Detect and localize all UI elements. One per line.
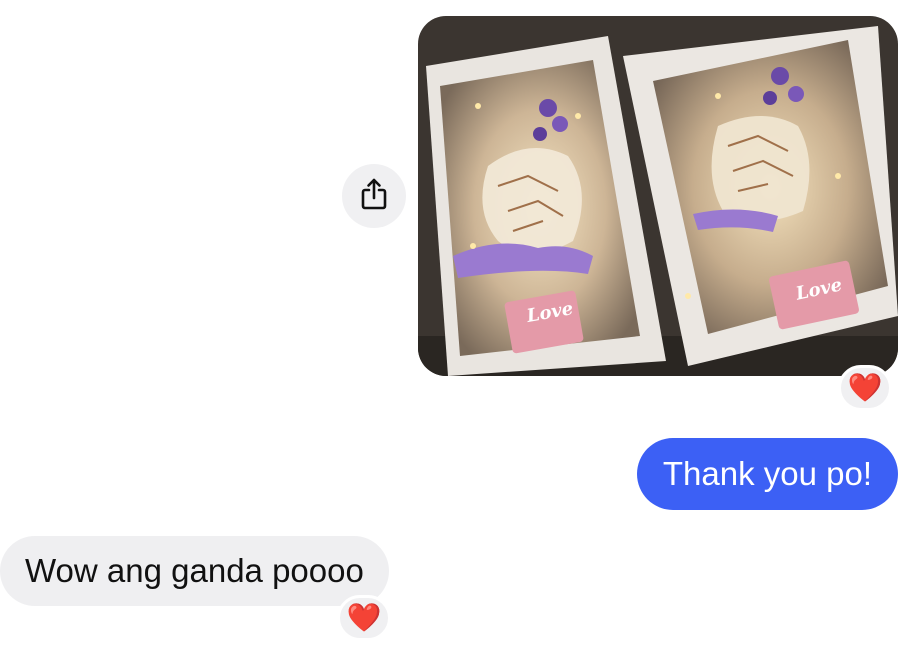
heart-reaction[interactable]: ❤️ [838, 365, 892, 411]
outgoing-message-bubble[interactable]: Thank you po! [636, 438, 898, 510]
share-icon [359, 177, 389, 216]
share-button[interactable] [342, 164, 406, 228]
heart-reaction[interactable]: ❤️ [337, 595, 391, 641]
bouquet-photo-illustration [418, 16, 898, 376]
message-photo[interactable]: Love Love [418, 16, 898, 376]
incoming-message-bubble[interactable]: Wow ang ganda poooo [0, 536, 389, 606]
